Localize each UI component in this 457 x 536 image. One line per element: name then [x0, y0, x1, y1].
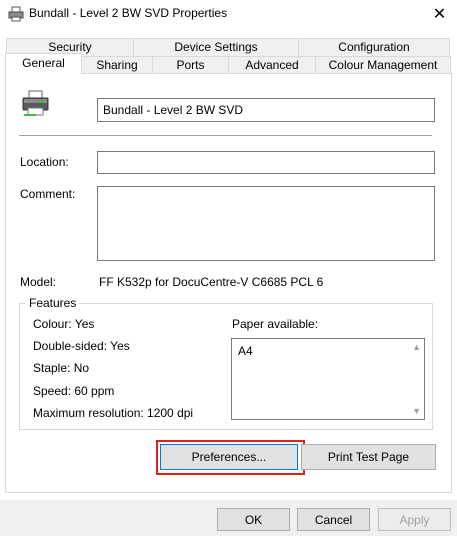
tab-colour-management[interactable]: Colour Management — [315, 56, 451, 74]
print-test-page-button[interactable]: Print Test Page — [301, 444, 436, 470]
model-value: FF K532p for DocuCentre-V C6685 PCL 6 — [99, 275, 324, 289]
printer-name-value: Bundall - Level 2 BW SVD — [103, 103, 244, 117]
tab-configuration[interactable]: Configuration — [298, 38, 450, 57]
feature-staple: Staple: No — [33, 361, 90, 375]
features-legend: Features — [26, 296, 80, 310]
feature-colour: Colour: Yes — [33, 317, 95, 331]
list-item[interactable]: A4 — [238, 344, 253, 358]
printer-icon — [8, 6, 24, 22]
close-icon: ✕ — [432, 6, 447, 23]
location-label: Location: — [20, 155, 69, 169]
tab-device-settings[interactable]: Device Settings — [133, 38, 299, 57]
tab-sharing[interactable]: Sharing — [81, 56, 153, 74]
feature-speed: Speed: 60 ppm — [33, 384, 115, 398]
tab-general[interactable]: General — [5, 53, 82, 74]
location-field[interactable] — [97, 151, 435, 174]
comment-label: Comment: — [20, 187, 76, 201]
feature-double-sided: Double-sided: Yes — [33, 339, 130, 353]
tab-ports[interactable]: Ports — [152, 56, 229, 74]
feature-max-resolution: Maximum resolution: 1200 dpi — [33, 406, 194, 420]
comment-field[interactable] — [97, 186, 435, 261]
model-label: Model: — [20, 275, 57, 289]
divider — [19, 135, 432, 136]
window-title: Bundall - Level 2 BW SVD Properties — [29, 6, 228, 20]
title-bar: Bundall - Level 2 BW SVD Properties ✕ — [0, 0, 457, 28]
chevron-up-icon[interactable]: ▲ — [412, 342, 421, 352]
list-scrollbar[interactable]: ▲ ▼ — [407, 339, 424, 419]
tab-advanced[interactable]: Advanced — [228, 56, 316, 74]
ok-button[interactable]: OK — [217, 508, 290, 531]
close-button[interactable]: ✕ — [422, 0, 457, 28]
preferences-button[interactable]: Preferences... — [160, 444, 298, 470]
paper-available-list[interactable]: A4 ▲ ▼ — [231, 338, 425, 420]
paper-available-label: Paper available: — [232, 317, 319, 331]
chevron-down-icon[interactable]: ▼ — [412, 406, 421, 416]
apply-button[interactable]: Apply — [378, 508, 451, 531]
printer-icon — [22, 90, 49, 116]
printer-name-field[interactable]: Bundall - Level 2 BW SVD — [97, 98, 435, 122]
cancel-button[interactable]: Cancel — [297, 508, 370, 531]
